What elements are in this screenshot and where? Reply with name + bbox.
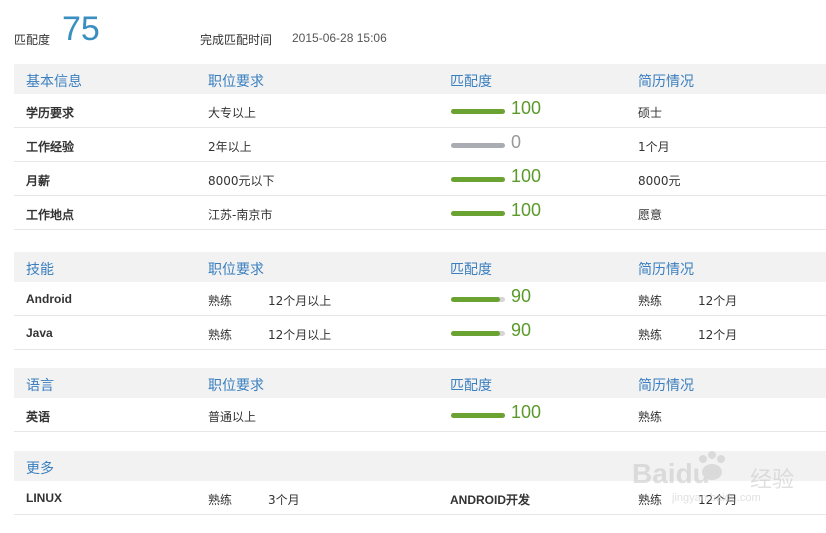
watermark-brand: Baidu (632, 458, 710, 489)
row-duration: 3个月 (268, 493, 300, 507)
table-row: Android 熟练 12个月以上 90 熟练 12个月 (14, 282, 826, 316)
row-resume: 愿意 (638, 208, 663, 222)
table-row: 工作地点 江苏-南京市 100 愿意 (14, 196, 826, 230)
row-name: 学历要求 (26, 106, 75, 120)
col-category: 更多 (26, 461, 54, 477)
match-bar-fill (451, 109, 505, 114)
col-resume: 简历情况 (638, 378, 694, 394)
skills-header: 技能 职位要求 匹配度 简历情况 (14, 252, 826, 282)
match-summary-header: 匹配度 75 完成匹配时间 2015-06-28 15:06 (0, 0, 826, 62)
match-bar (451, 177, 505, 182)
row-requirement: 2年以上 (208, 140, 252, 154)
row-name: 工作地点 (26, 208, 75, 222)
basic-info-header: 基本信息 职位要求 匹配度 简历情况 (14, 64, 826, 94)
col-match: 匹配度 (450, 262, 492, 278)
row-name: LINUX (26, 491, 62, 505)
language-header: 语言 职位要求 匹配度 简历情况 (14, 368, 826, 398)
match-bar-fill (451, 297, 500, 302)
col-match: 匹配度 (450, 74, 492, 90)
row-duration: 12个月以上 (268, 328, 332, 342)
row-resume: 1个月 (638, 140, 670, 154)
row-score: 100 (511, 200, 542, 220)
col-requirement: 职位要求 (208, 74, 264, 90)
row-resume: 8000元 (638, 174, 681, 188)
match-bar-fill (451, 211, 505, 216)
baidu-watermark: Baidu 经验 jingyan.baidu.com (632, 448, 822, 510)
row-name: 月薪 (26, 174, 51, 188)
row-duration: 12个月以上 (268, 294, 332, 308)
match-bar (451, 331, 505, 336)
row-name: 英语 (26, 410, 51, 424)
row-resume-level: 熟练 (638, 294, 663, 308)
row-level: 熟练 (208, 294, 233, 308)
match-bar-fill (451, 413, 505, 418)
match-bar (451, 143, 505, 148)
match-bar (451, 109, 505, 114)
row-level: 熟练 (208, 328, 233, 342)
skills-section: 技能 职位要求 匹配度 简历情况 Android 熟练 12个月以上 90 熟练… (14, 252, 826, 350)
col-match: 匹配度 (450, 378, 492, 394)
col-category: 技能 (26, 262, 54, 278)
col-requirement: 职位要求 (208, 378, 264, 394)
row-resume-level: 熟练 (638, 328, 663, 342)
row-requirement: 8000元以下 (208, 174, 275, 188)
row-name: 工作经验 (26, 140, 75, 154)
table-row: 英语 普通以上 100 熟练 (14, 398, 826, 432)
match-bar (451, 211, 505, 216)
row-score: 100 (511, 402, 542, 422)
row-score: 0 (511, 132, 522, 152)
table-row: 工作经验 2年以上 0 1个月 (14, 128, 826, 162)
table-row: 月薪 8000元以下 100 8000元 (14, 162, 826, 196)
row-score: 90 (511, 320, 532, 340)
match-bar (451, 297, 505, 302)
row-name: Java (26, 326, 53, 340)
match-time-label: 完成匹配时间 (200, 33, 273, 47)
row-score: 100 (511, 98, 542, 118)
row-level: 熟练 (208, 493, 233, 507)
row-requirement: 江苏-南京市 (208, 208, 273, 222)
row-resume: 熟练 (638, 410, 663, 424)
match-time-value: 2015-06-28 15:06 (292, 31, 387, 45)
col-category: 基本信息 (26, 74, 82, 90)
language-section: 语言 职位要求 匹配度 简历情况 英语 普通以上 100 熟练 (14, 368, 826, 432)
match-score: 75 (62, 10, 100, 48)
row-resume-duration: 12个月 (698, 328, 738, 342)
row-requirement: 普通以上 (208, 410, 257, 424)
match-label: 匹配度 (14, 33, 51, 47)
match-bar-fill (451, 177, 505, 182)
watermark-url: jingyan.baidu.com (672, 492, 761, 504)
watermark-cn: 经验 (750, 468, 795, 493)
row-resume-duration: 12个月 (698, 294, 738, 308)
col-requirement: 职位要求 (208, 262, 264, 278)
row-requirement: 大专以上 (208, 106, 257, 120)
row-score: 90 (511, 286, 532, 306)
col-category: 语言 (26, 378, 54, 394)
row-name-2: ANDROID开发 (450, 493, 530, 507)
table-row: Java 熟练 12个月以上 90 熟练 12个月 (14, 316, 826, 350)
match-bar-fill (451, 331, 500, 336)
col-resume: 简历情况 (638, 74, 694, 90)
basic-info-section: 基本信息 职位要求 匹配度 简历情况 学历要求 大专以上 100 硕士 工作经验… (14, 64, 826, 230)
row-resume: 硕士 (638, 106, 663, 120)
match-bar (451, 413, 505, 418)
row-score: 100 (511, 166, 542, 186)
row-name: Android (26, 292, 72, 306)
col-resume: 简历情况 (638, 262, 694, 278)
table-row: 学历要求 大专以上 100 硕士 (14, 94, 826, 128)
